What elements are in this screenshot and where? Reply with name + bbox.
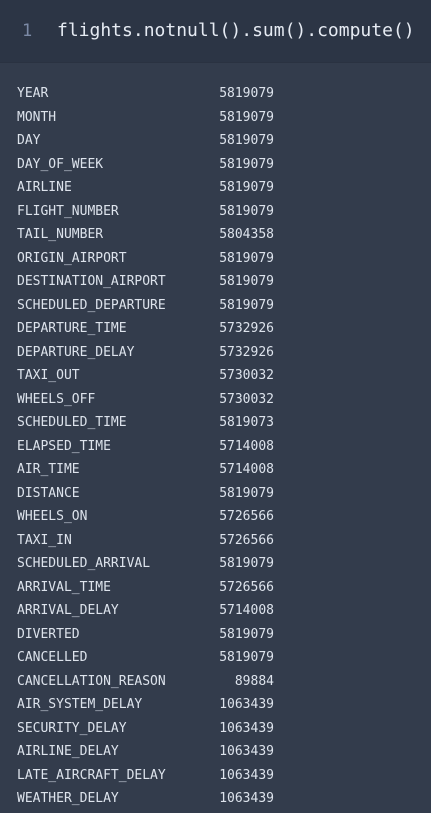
column-name: SCHEDULED_DEPARTURE [17, 297, 166, 313]
notnull-count: 5726566 [219, 509, 274, 524]
output-row: CANCELLATION_REASON 89884 [0, 670, 431, 694]
notnull-count: 5726566 [219, 579, 274, 595]
output-rows: YEAR 5819079 MONTH 5819079 DAY 5819079 DAY_OF_… [0, 82, 431, 811]
notnull-count: 5819079 [219, 133, 274, 148]
column-name: CANCELLED [17, 650, 88, 665]
output-row: ARRIVAL_DELAY 5714008 [0, 599, 431, 623]
notnull-count: 5732926 [219, 344, 274, 360]
output-row: MONTH 5819079 [0, 106, 431, 130]
output-row: AIR_TIME 5714008 [0, 458, 431, 482]
column-name: AIRLINE_DELAY [17, 744, 119, 759]
notnull-count: 5819073 [219, 415, 274, 430]
notnull-count: 5819079 [219, 180, 274, 195]
column-name: DEPARTURE_DELAY [17, 344, 135, 360]
notnull-count: 5819079 [219, 297, 274, 313]
column-name: DISTANCE [17, 485, 80, 501]
notnull-count: 5804358 [219, 227, 274, 242]
column-name: AIR_SYSTEM_DELAY [17, 697, 143, 712]
column-name: DEPARTURE_TIME [17, 321, 127, 336]
output-row: SCHEDULED_DEPARTURE 5819079 [0, 294, 431, 318]
column-name: DAY [17, 133, 41, 148]
output-row: LATE_AIRCRAFT_DELAY 1063439 [0, 764, 431, 788]
output-row: DISTANCE 5819079 [0, 482, 431, 506]
column-name: DAY_OF_WEEK [17, 156, 104, 172]
notnull-count: 1063439 [219, 697, 274, 712]
notnull-count: 5819079 [219, 626, 274, 642]
notnull-count: 5819079 [219, 274, 274, 289]
code-input[interactable]: flights.notnull().sum().compute() [57, 19, 415, 43]
output-row: ARRIVAL_TIME 5726566 [0, 576, 431, 600]
output-row: TAXI_IN 5726566 [0, 529, 431, 553]
notnull-count: 5714008 [219, 462, 274, 477]
code-cell[interactable]: 1 flights.notnull().sum().compute() [0, 0, 431, 63]
column-name: LATE_AIRCRAFT_DELAY [17, 767, 166, 783]
column-name: AIRLINE [17, 180, 72, 195]
notnull-count: 1063439 [219, 744, 274, 759]
column-name: FLIGHT_NUMBER [17, 203, 119, 219]
notnull-count: 5819079 [219, 556, 274, 571]
output-row: AIRLINE 5819079 [0, 176, 431, 200]
column-name: ORIGIN_AIRPORT [17, 250, 127, 266]
column-name: WHEELS_OFF [17, 391, 96, 407]
notnull-count: 5714008 [219, 603, 274, 618]
notnull-count: 5819079 [219, 203, 274, 219]
notnull-count: 5819079 [219, 650, 274, 665]
column-name: SECURITY_DELAY [17, 720, 127, 736]
output-row: SECURITY_DELAY 1063439 [0, 717, 431, 741]
notnull-count: 1063439 [219, 767, 274, 783]
notnull-count: 1063439 [219, 791, 274, 806]
output-row: FLIGHT_NUMBER 5819079 [0, 200, 431, 224]
output-row: WEATHER_DELAY 1063439 [0, 787, 431, 811]
notnull-count: 89884 [234, 673, 274, 689]
notnull-count: 5819079 [219, 86, 274, 101]
output-row: YEAR 5819079 [0, 82, 431, 106]
cell-output: YEAR 5819079 MONTH 5819079 DAY 5819079 DAY_OF_… [0, 82, 431, 811]
notnull-count: 5819079 [219, 250, 274, 266]
output-row: AIR_SYSTEM_DELAY 1063439 [0, 693, 431, 717]
column-name: AIR_TIME [17, 462, 80, 477]
notnull-count: 5730032 [219, 368, 274, 383]
output-row: SCHEDULED_TIME 5819073 [0, 411, 431, 435]
column-name: SCHEDULED_ARRIVAL [17, 556, 151, 571]
column-name: DIVERTED [17, 626, 80, 642]
column-name: CANCELLATION_REASON [17, 673, 166, 689]
output-row: DEPARTURE_TIME 5732926 [0, 317, 431, 341]
output-row: DESTINATION_AIRPORT 5819079 [0, 270, 431, 294]
column-name: TAXI_IN [17, 532, 72, 548]
column-name: WHEELS_ON [17, 509, 88, 524]
output-row: ORIGIN_AIRPORT 5819079 [0, 247, 431, 271]
notnull-count: 5732926 [219, 321, 274, 336]
output-row: DEPARTURE_DELAY 5732926 [0, 341, 431, 365]
notnull-count: 1063439 [219, 720, 274, 736]
column-name: ARRIVAL_TIME [17, 579, 111, 595]
notnull-count: 5726566 [219, 532, 274, 548]
output-row: CANCELLED 5819079 [0, 646, 431, 670]
notnull-count: 5730032 [219, 391, 274, 407]
output-row: DAY 5819079 [0, 129, 431, 153]
output-row: TAIL_NUMBER 5804358 [0, 223, 431, 247]
column-name: ARRIVAL_DELAY [17, 603, 119, 618]
output-row: SCHEDULED_ARRIVAL 5819079 [0, 552, 431, 576]
column-name: ELAPSED_TIME [17, 438, 111, 454]
column-name: SCHEDULED_TIME [17, 415, 127, 430]
column-name: TAXI_OUT [17, 368, 80, 383]
line-number: 1 [22, 21, 33, 41]
output-row: TAXI_OUT 5730032 [0, 364, 431, 388]
output-row: AIRLINE_DELAY 1063439 [0, 740, 431, 764]
column-name: WEATHER_DELAY [17, 791, 119, 806]
output-row: WHEELS_OFF 5730032 [0, 388, 431, 412]
notnull-count: 5714008 [219, 438, 274, 454]
column-name: TAIL_NUMBER [17, 227, 104, 242]
output-row: ELAPSED_TIME 5714008 [0, 435, 431, 459]
output-row: WHEELS_ON 5726566 [0, 505, 431, 529]
output-row: DAY_OF_WEEK 5819079 [0, 153, 431, 177]
column-name: MONTH [17, 109, 57, 125]
column-name: YEAR [17, 86, 49, 101]
notnull-count: 5819079 [219, 156, 274, 172]
column-name: DESTINATION_AIRPORT [17, 274, 166, 289]
notnull-count: 5819079 [219, 109, 274, 125]
output-row: DIVERTED 5819079 [0, 623, 431, 647]
notnull-count: 5819079 [219, 485, 274, 501]
